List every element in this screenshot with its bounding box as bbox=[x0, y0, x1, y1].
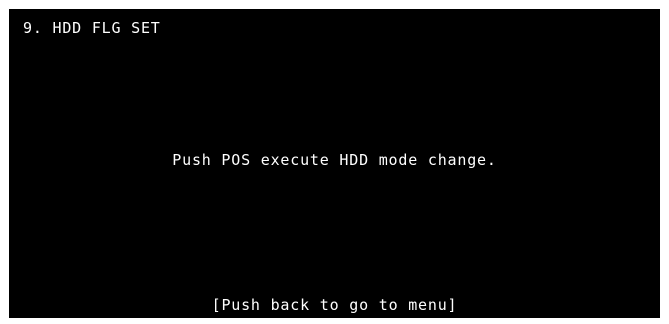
menu-title: 9. HDD FLG SET bbox=[23, 19, 161, 37]
back-to-menu-hint: [Push back to go to menu] bbox=[211, 296, 458, 314]
instruction-message: Push POS execute HDD mode change. bbox=[172, 151, 497, 169]
terminal-screen: 9. HDD FLG SET Push POS execute HDD mode… bbox=[9, 9, 660, 318]
